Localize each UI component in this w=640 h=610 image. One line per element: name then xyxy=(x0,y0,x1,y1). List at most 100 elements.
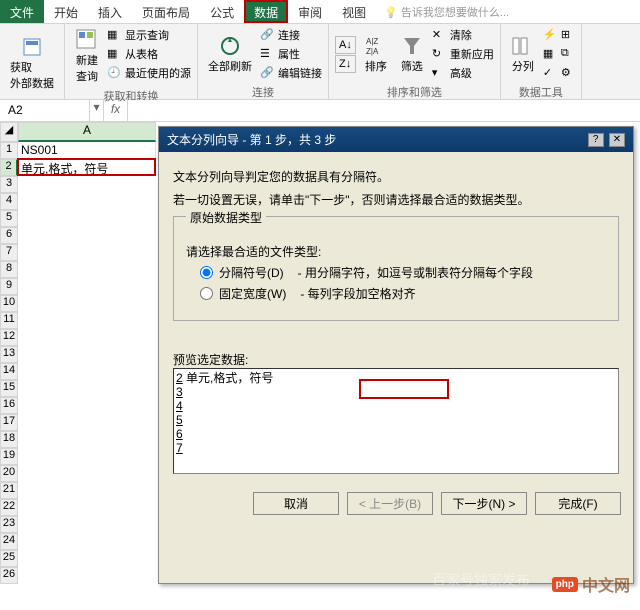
row-header-1[interactable]: 1 xyxy=(0,142,18,159)
properties-button[interactable]: ☰属性 xyxy=(260,45,322,63)
name-box-dropdown[interactable]: ▾ xyxy=(90,100,104,121)
clear-filter-button[interactable]: ✕清除 xyxy=(432,26,494,44)
row-header[interactable]: 5 xyxy=(0,210,18,227)
preview-box[interactable]: 2单元,格式，符号 3 4 5 6 7 xyxy=(173,368,619,474)
refresh-icon xyxy=(218,34,242,58)
radio-delimited-desc: - 用分隔字符，如逗号或制表符分隔每个字段 xyxy=(298,264,533,281)
row-header[interactable]: 12 xyxy=(0,329,18,346)
original-data-type-group: 原始数据类型 请选择最合适的文件类型: 分隔符号(D) - 用分隔字符，如逗号或… xyxy=(173,216,619,321)
from-table-button[interactable]: ▦从表格 xyxy=(107,45,191,63)
select-all-corner[interactable]: ◢ xyxy=(0,122,18,142)
svg-text:Z|A: Z|A xyxy=(366,47,379,56)
help-button[interactable]: ? xyxy=(588,133,604,147)
row-header[interactable]: 20 xyxy=(0,465,18,482)
radio-delimited[interactable] xyxy=(200,266,213,279)
row-header[interactable]: 19 xyxy=(0,448,18,465)
back-button[interactable]: < 上一步(B) xyxy=(347,492,433,515)
refresh-all-button[interactable]: 全部刷新 xyxy=(204,26,256,82)
radio-fixed-label[interactable]: 固定宽度(W) xyxy=(219,285,286,302)
dup-icon: ▦ xyxy=(543,47,557,61)
finish-button[interactable]: 完成(F) xyxy=(535,492,621,515)
close-button[interactable]: ✕ xyxy=(609,133,625,147)
row-header[interactable]: 6 xyxy=(0,227,18,244)
text-to-columns-button[interactable]: 分列 xyxy=(507,26,539,82)
wizard-desc-1: 文本分列向导判定您的数据具有分隔符。 xyxy=(173,168,619,185)
tab-view[interactable]: 视图 xyxy=(332,0,376,23)
row-header[interactable]: 26 xyxy=(0,567,18,584)
advanced-filter-button[interactable]: ▾高级 xyxy=(432,64,494,82)
cell-a2[interactable]: 单元,格式，符号 xyxy=(18,159,156,176)
connections-button[interactable]: 🔗连接 xyxy=(260,26,322,44)
wizard-title: 文本分列向导 - 第 1 步，共 3 步 xyxy=(167,131,336,148)
cell-a1[interactable]: NS001 xyxy=(18,142,156,159)
radio-delimited-label[interactable]: 分隔符号(D) xyxy=(219,264,284,281)
row-header[interactable]: 8 xyxy=(0,261,18,278)
radio-fixed[interactable] xyxy=(200,287,213,300)
tab-file[interactable]: 文件 xyxy=(0,0,44,23)
formula-input[interactable] xyxy=(128,100,640,121)
tab-insert[interactable]: 插入 xyxy=(88,0,132,23)
relations-button[interactable]: ⧉ xyxy=(561,45,575,63)
edit-link-icon: 🔗 xyxy=(260,66,274,80)
show-queries-button[interactable]: ▦显示查询 xyxy=(107,26,191,44)
flash-fill-button[interactable]: ⚡ xyxy=(543,26,557,44)
fx-button[interactable]: fx xyxy=(104,100,128,121)
row-header-2[interactable]: 2 xyxy=(0,159,18,176)
wizard-desc-2: 若一切设置无误，请单击"下一步"，否则请选择最合适的数据类型。 xyxy=(173,191,619,208)
recent-sources-button[interactable]: 🕘最近使用的源 xyxy=(107,64,191,82)
row-header[interactable]: 3 xyxy=(0,176,18,193)
funnel-icon xyxy=(400,34,424,58)
cancel-button[interactable]: 取消 xyxy=(253,492,339,515)
sort-az-button[interactable]: A↓ xyxy=(335,36,356,54)
sort-button[interactable]: A|ZZ|A 排序 xyxy=(360,26,392,82)
get-external-data-button[interactable]: 获取 外部数据 xyxy=(6,26,58,99)
name-box-input[interactable] xyxy=(6,102,83,118)
ribbon: 获取 外部数据 新建 查询 ▦显示查询 ▦从表格 🕘最近使用的源 获取和转换 全… xyxy=(0,24,640,100)
new-query-icon xyxy=(75,28,99,52)
manage-button[interactable]: ⚙ xyxy=(561,64,575,82)
tab-layout[interactable]: 页面布局 xyxy=(132,0,200,23)
row-header[interactable]: 16 xyxy=(0,397,18,414)
reapply-button[interactable]: ↻重新应用 xyxy=(432,45,494,63)
preview-line: 单元,格式，符号 xyxy=(186,371,273,385)
tab-home[interactable]: 开始 xyxy=(44,0,88,23)
columns-icon xyxy=(511,34,535,58)
link-icon: 🔗 xyxy=(260,28,274,42)
row-header[interactable]: 15 xyxy=(0,380,18,397)
sort-za-button[interactable]: Z↓ xyxy=(335,55,356,73)
edit-links-button[interactable]: 🔗编辑链接 xyxy=(260,64,322,82)
tab-data[interactable]: 数据 xyxy=(244,0,288,23)
row-header[interactable]: 22 xyxy=(0,499,18,516)
row-header[interactable]: 21 xyxy=(0,482,18,499)
tell-me[interactable]: 告诉我您想要做什么... xyxy=(376,0,517,23)
data-val-button[interactable]: ✓ xyxy=(543,64,557,82)
row-header[interactable]: 23 xyxy=(0,516,18,533)
row-header[interactable]: 4 xyxy=(0,193,18,210)
row-header[interactable]: 17 xyxy=(0,414,18,431)
remove-dup-button[interactable]: ▦ xyxy=(543,45,557,63)
group-label-conn: 连接 xyxy=(204,82,322,102)
row-header[interactable]: 11 xyxy=(0,312,18,329)
table-icon: ▦ xyxy=(107,28,121,42)
new-query-button[interactable]: 新建 查询 xyxy=(71,26,103,86)
wizard-titlebar[interactable]: 文本分列向导 - 第 1 步，共 3 步 ? ✕ xyxy=(159,127,633,152)
row-header[interactable]: 7 xyxy=(0,244,18,261)
filter-button[interactable]: 筛选 xyxy=(396,26,428,82)
row-header[interactable]: 24 xyxy=(0,533,18,550)
row-header[interactable]: 13 xyxy=(0,346,18,363)
tab-formulas[interactable]: 公式 xyxy=(200,0,244,23)
relation-icon: ⧉ xyxy=(561,47,575,61)
name-box[interactable] xyxy=(0,100,90,121)
next-button[interactable]: 下一步(N) > xyxy=(441,492,527,515)
preview-label: 预览选定数据: xyxy=(173,351,619,368)
consolidate-button[interactable]: ⊞ xyxy=(561,26,575,44)
col-header-a[interactable]: A xyxy=(18,122,156,142)
row-header[interactable]: 25 xyxy=(0,550,18,567)
row-header[interactable]: 9 xyxy=(0,278,18,295)
tab-review[interactable]: 审阅 xyxy=(288,0,332,23)
row-header[interactable]: 18 xyxy=(0,431,18,448)
row-header[interactable]: 14 xyxy=(0,363,18,380)
svg-text:A|Z: A|Z xyxy=(366,37,378,46)
row-header[interactable]: 10 xyxy=(0,295,18,312)
flash-icon: ⚡ xyxy=(543,28,557,42)
